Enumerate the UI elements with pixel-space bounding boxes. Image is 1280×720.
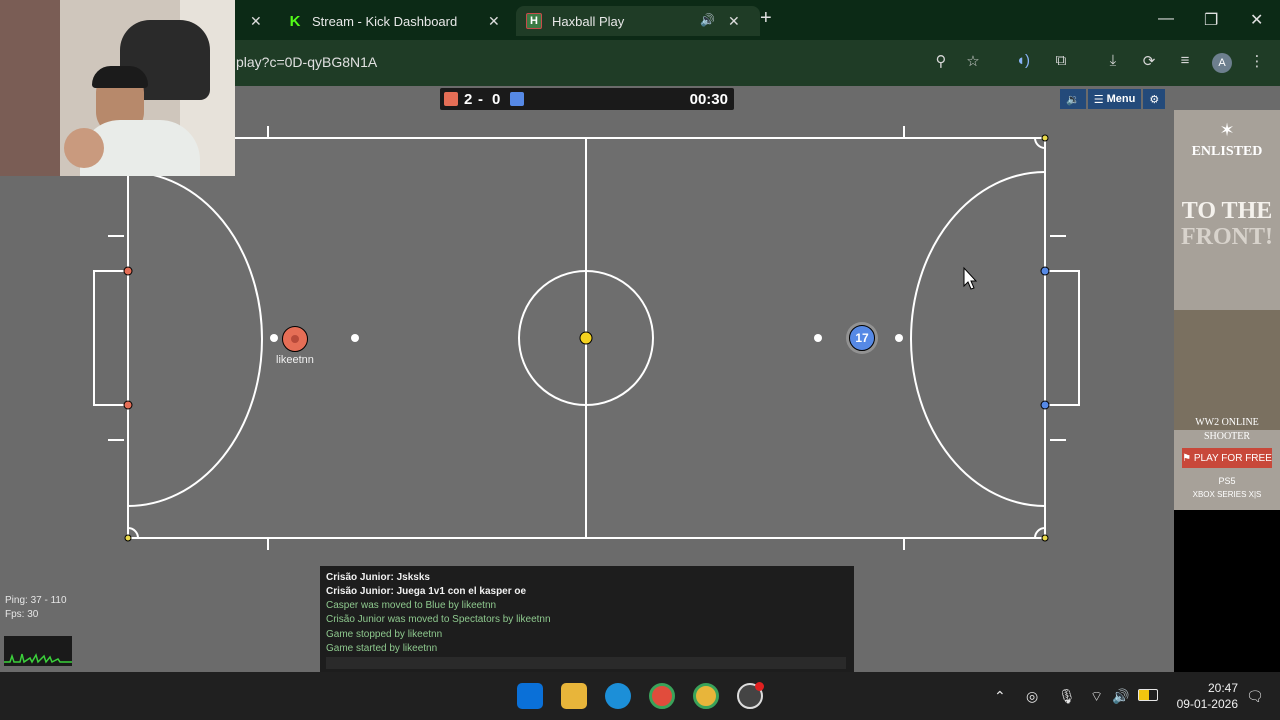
system-clock[interactable]: 20:47 09-01-2026	[1174, 680, 1238, 712]
game-timer: 00:30	[689, 91, 728, 108]
volume-icon[interactable]: 🔊	[1112, 688, 1129, 705]
clock-date: 09-01-2026	[1176, 697, 1238, 711]
tray-app-icon[interactable]: ◎	[1026, 688, 1038, 705]
notification-icon[interactable]: 🗨	[1246, 688, 1264, 705]
chrome-icon[interactable]	[649, 683, 675, 709]
chat-message: Game started by likeetnn	[326, 643, 438, 654]
menu-button[interactable]: ☰ Menu	[1087, 89, 1142, 109]
chrome-profile-icon[interactable]	[693, 683, 719, 709]
chat-message: Crisão Junior: Jsksks	[326, 572, 430, 583]
red-team-marker	[444, 92, 458, 106]
media-control-icon[interactable]: ≡	[1174, 52, 1196, 69]
ad-brand: ENLISTED	[1191, 144, 1263, 159]
menu-label: Menu	[1106, 93, 1136, 105]
score-blue: 0	[492, 91, 501, 108]
red-player-name: likeetnn	[276, 354, 314, 366]
score-red: 2	[464, 91, 473, 108]
webcam-overlay	[0, 0, 235, 176]
file-explorer-icon[interactable]	[561, 683, 587, 709]
network-stats: Ping: 37 - 110 Fps: 30	[5, 594, 67, 622]
more-menu-icon[interactable]: ⋮	[1246, 52, 1268, 70]
ad-tagline-line1: TO THE	[1181, 198, 1273, 224]
player-avatar-icon	[291, 335, 299, 343]
red-goalpost	[123, 266, 133, 276]
scoreboard: 2 - 0 00:30	[440, 88, 734, 110]
menu-icon: ☰	[1093, 93, 1107, 106]
ad-subtitle-line1: WW2 ONLINE	[1195, 417, 1259, 428]
edge-icon[interactable]	[605, 683, 631, 709]
advertisement[interactable]: ✶ ENLISTED TO THE FRONT! WW2 ONLINE SHOO…	[1174, 110, 1280, 510]
blue-goalpost	[1040, 400, 1050, 410]
corner-marker	[1041, 134, 1049, 142]
blue-player-disc: 17	[849, 325, 875, 351]
fps-graph	[4, 636, 72, 666]
red-player-disc	[282, 326, 308, 352]
blue-player-ring: 17	[846, 322, 878, 354]
ad-play-button[interactable]: ⚑ PLAY FOR FREE	[1182, 448, 1272, 468]
ad-platform-xbox: XBOX SERIES X|S	[1192, 490, 1262, 499]
webcam-background-wall	[0, 0, 60, 176]
battery-icon[interactable]	[1138, 689, 1158, 701]
windows-start-icon[interactable]	[517, 683, 543, 709]
play-icon: ⚑	[1182, 452, 1194, 464]
chat-message: Crisão Junior: Juega 1v1 con el kasper o…	[326, 586, 527, 597]
blue-goalpost	[1040, 266, 1050, 276]
chat-message: Casper was moved to Blue by likeetnn	[326, 600, 497, 611]
close-window-icon[interactable]: ✕	[1250, 10, 1263, 30]
chat-message: Crisão Junior was moved to Spectators by…	[326, 614, 551, 625]
microphone-icon[interactable]: 🎙	[1058, 688, 1076, 705]
wifi-icon[interactable]: ⌔	[1090, 688, 1103, 706]
corner-marker	[1041, 534, 1049, 542]
ad-platform-ps5: PS5	[1218, 476, 1236, 486]
gear-icon: ⚙	[1149, 93, 1160, 106]
corner-marker	[124, 534, 132, 542]
blue-team-marker	[510, 92, 524, 106]
star-emblem-icon: ✶	[1219, 120, 1235, 140]
recording-dot	[755, 682, 764, 691]
settings-button[interactable]: ⚙	[1143, 89, 1166, 109]
chat-panel: Crisão Junior: Jsksks Crisão Junior: Jue…	[320, 566, 854, 672]
tray-overflow-icon[interactable]: ⌃	[994, 688, 1006, 705]
ad-subtitle-line2: SHOOTER	[1203, 431, 1251, 442]
streamer-hand	[64, 128, 104, 168]
profile-avatar[interactable]: A	[1212, 53, 1232, 73]
ball	[579, 331, 593, 345]
ad-tagline: TO THE FRONT!	[1174, 198, 1280, 250]
ad-blank-area	[1174, 510, 1280, 672]
score-separator: -	[478, 91, 483, 108]
ad-subtitle: WW2 ONLINE SHOOTER	[1174, 416, 1280, 444]
game-controls: 🔉 ☰ Menu ⚙	[1060, 89, 1166, 109]
mouse-cursor-icon	[963, 266, 978, 290]
clock-time: 20:47	[1207, 681, 1238, 695]
chat-input[interactable]	[326, 657, 846, 669]
chat-message: Game stopped by likeetnn	[326, 629, 443, 640]
red-goalpost	[123, 400, 133, 410]
windows-taskbar	[0, 672, 1280, 720]
ad-tagline-line2: FRONT!	[1181, 224, 1273, 250]
ad-play-label: PLAY FOR FREE	[1193, 452, 1272, 464]
streamer-hair	[92, 66, 148, 88]
sound-toggle-button[interactable]: 🔉	[1060, 89, 1086, 109]
ping-readout: Ping: 37 - 110	[5, 595, 67, 606]
ad-soldier-image	[1174, 310, 1280, 430]
fps-readout: Fps: 30	[5, 609, 39, 620]
restore-icon[interactable]: ❐	[1204, 10, 1218, 30]
